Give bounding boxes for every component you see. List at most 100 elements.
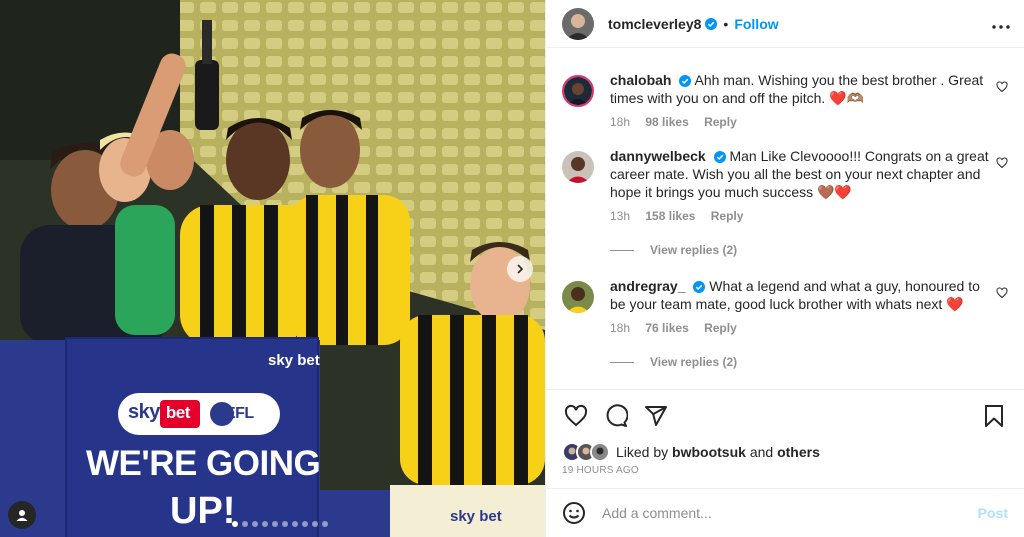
banner-headline-1: WE'RE GOING — [86, 444, 321, 483]
commenter-avatar[interactable] — [562, 151, 594, 183]
liked-by-user[interactable]: bwbootsuk — [672, 444, 746, 460]
post-details-panel: tomcleverley8 • Follow chalobah Ahh man.… — [545, 0, 1024, 537]
more-options-button[interactable] — [992, 13, 1010, 34]
user-icon — [16, 510, 28, 521]
instagram-post: sky bet EFL WE'RE GOING UP! sky bet sky b… — [0, 0, 1024, 537]
verified-badge-icon — [679, 75, 692, 87]
post-actions-bar — [546, 389, 1024, 441]
post-photo[interactable]: sky bet EFL WE'RE GOING UP! sky bet sky b… — [0, 0, 545, 537]
comment-body: dannywelbeck Man Like Clevoooo!!! Congra… — [610, 147, 995, 223]
comment-body: andregray_ What a legend and what a guy,… — [610, 277, 995, 335]
carousel-dot — [292, 521, 298, 527]
comment-input[interactable] — [602, 505, 978, 521]
sponsor-board-2: sky bet — [450, 508, 502, 525]
carousel-dot — [232, 521, 238, 527]
carousel-dot — [242, 521, 248, 527]
comment-username[interactable]: dannywelbeck — [610, 148, 706, 164]
emoji-icon[interactable] — [562, 501, 586, 525]
commenter-avatar-image — [564, 77, 592, 105]
author-avatar-image — [562, 7, 594, 40]
post-header: tomcleverley8 • Follow — [546, 0, 1024, 48]
next-photo-button[interactable] — [507, 256, 533, 282]
view-replies-label: View replies (2) — [650, 243, 738, 257]
commenter-avatar-image — [562, 151, 594, 183]
banner-brand-bet: bet — [165, 403, 191, 422]
carousel-dot — [272, 521, 278, 527]
like-comment-icon[interactable] — [996, 157, 1008, 169]
view-replies-label: View replies (2) — [650, 355, 738, 369]
add-comment-bar: Post — [546, 488, 1024, 537]
author-username[interactable]: tomcleverley8 — [608, 16, 701, 32]
follow-button[interactable]: Follow — [734, 16, 778, 32]
banner-brand: sky bet EFL — [128, 401, 254, 424]
more-horizontal-icon — [992, 25, 1010, 29]
sponsor-board-1: sky bet — [268, 352, 320, 369]
comment-meta: 18h 76 likes Reply — [610, 321, 995, 335]
comments-list[interactable]: chalobah Ahh man. Wishing you the best b… — [546, 48, 1024, 389]
carousel-dot — [302, 521, 308, 527]
save-button[interactable] — [974, 396, 1014, 436]
replies-divider — [610, 361, 634, 363]
heart-icon — [564, 404, 588, 426]
bookmark-icon — [985, 404, 1003, 427]
post-timestamp[interactable]: 19 HOURS AGO — [546, 463, 1024, 487]
replies-divider — [610, 249, 634, 251]
comment-username[interactable]: chalobah — [610, 72, 671, 88]
like-comment-icon[interactable] — [996, 287, 1008, 299]
comment-username[interactable]: andregray_ — [610, 278, 685, 294]
carousel-dot — [252, 521, 258, 527]
share-button[interactable] — [636, 396, 676, 436]
comment-item: chalobah Ahh man. Wishing you the best b… — [562, 71, 1008, 129]
tagged-users-button[interactable] — [8, 501, 36, 529]
comment-likes[interactable]: 76 likes — [645, 321, 688, 335]
carousel-dot — [262, 521, 268, 527]
liker-avatar — [590, 442, 610, 462]
commenter-avatar[interactable] — [562, 281, 594, 313]
like-comment-icon[interactable] — [996, 81, 1008, 93]
comment-body: chalobah Ahh man. Wishing you the best b… — [610, 71, 995, 129]
verified-badge-icon — [693, 281, 706, 293]
comment-time[interactable]: 18h — [610, 321, 630, 335]
comment-likes[interactable]: 158 likes — [645, 209, 695, 223]
comment-meta: 13h 158 likes Reply — [610, 209, 995, 223]
comment-item: andregray_ What a legend and what a guy,… — [562, 277, 1008, 335]
comment-reply-button[interactable]: Reply — [704, 321, 737, 335]
comment-text-block: chalobah Ahh man. Wishing you the best b… — [610, 71, 995, 107]
liker-avatar-image — [592, 444, 608, 460]
send-icon — [645, 405, 667, 426]
verified-badge-icon — [713, 151, 726, 163]
comment-time[interactable]: 18h — [610, 115, 630, 129]
liked-by-others[interactable]: others — [777, 444, 820, 460]
banner-headline-2: UP! — [170, 490, 236, 532]
verified-badge-icon — [705, 17, 718, 30]
carousel-dot — [312, 521, 318, 527]
post-comment-button[interactable]: Post — [978, 505, 1008, 521]
comment-time[interactable]: 13h — [610, 209, 630, 223]
header-separator: • — [723, 15, 729, 32]
banner-brand-efl: EFL — [224, 405, 254, 422]
comment-reply-button[interactable]: Reply — [704, 115, 737, 129]
commenter-avatar[interactable] — [562, 75, 594, 107]
comment-text-block: dannywelbeck Man Like Clevoooo!!! Congra… — [610, 147, 995, 201]
like-button[interactable] — [556, 396, 596, 436]
view-replies-button[interactable]: View replies (2) — [610, 355, 1008, 369]
comment-likes[interactable]: 98 likes — [645, 115, 688, 129]
liker-avatars — [562, 442, 610, 462]
comment-reply-button[interactable]: Reply — [711, 209, 744, 223]
view-replies-button[interactable]: View replies (2) — [610, 243, 1008, 257]
carousel-dot — [282, 521, 288, 527]
chevron-right-icon — [517, 264, 524, 274]
comment-item: dannywelbeck Man Like Clevoooo!!! Congra… — [562, 147, 1008, 223]
likes-summary: Liked by bwbootsuk and others — [546, 441, 1024, 463]
comment-button[interactable] — [596, 396, 636, 436]
liked-by-prefix: Liked by — [616, 444, 669, 460]
comment-text-block: andregray_ What a legend and what a guy,… — [610, 277, 995, 313]
banner-brand-sky: sky — [128, 401, 160, 423]
liked-by-and: and — [749, 444, 774, 460]
carousel-indicator — [232, 521, 328, 527]
carousel-dot — [322, 521, 328, 527]
commenter-avatar-image — [562, 281, 594, 313]
author-avatar[interactable] — [562, 7, 594, 40]
comment-meta: 18h 98 likes Reply — [610, 115, 995, 129]
comment-icon — [606, 403, 628, 427]
